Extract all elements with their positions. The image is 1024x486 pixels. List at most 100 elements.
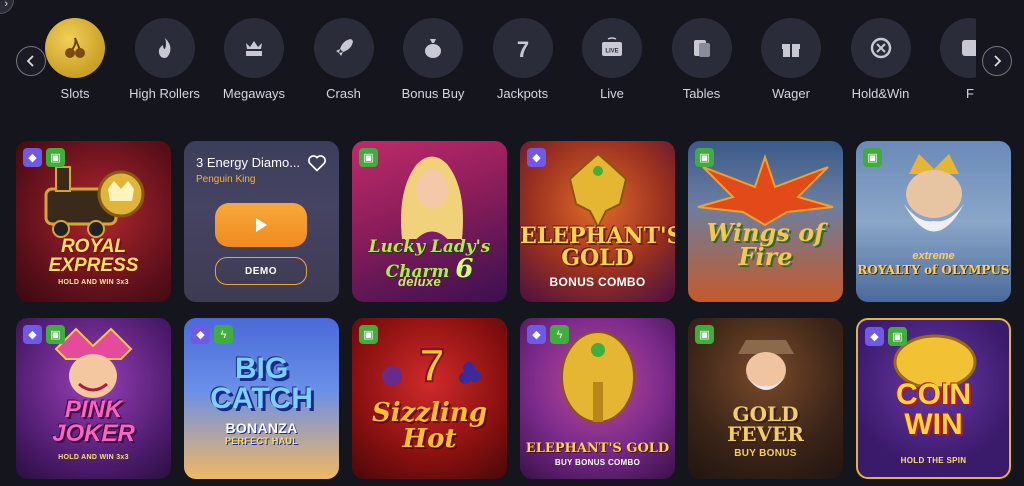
flame-icon (134, 18, 195, 78)
partial-icon (940, 18, 976, 78)
game-title: BIG CATCH (210, 352, 313, 415)
category-label: Live (600, 86, 624, 101)
category-megaways[interactable]: Megaways (209, 18, 299, 101)
game-subtitle: BUY BONUS (734, 448, 797, 459)
elephant-head-icon (568, 152, 628, 229)
svg-text:7: 7 (516, 37, 528, 61)
game-subtitle-2: PERFECT HAUL (224, 436, 299, 446)
play-button[interactable] (215, 203, 307, 247)
category-label: Jackpots (496, 86, 549, 101)
hover-game-provider[interactable]: Penguin King (196, 174, 256, 185)
diamond-badge-icon: ◆ (23, 148, 42, 167)
category-f[interactable]: F (925, 18, 976, 101)
category-wager[interactable]: Wager (746, 18, 836, 101)
svg-text:LIVE: LIVE (605, 49, 618, 55)
gift-badge-icon: ▣ (863, 148, 882, 167)
bolt-badge-icon: ϟ (550, 325, 569, 344)
game-subtitle: BUY BONUS COMBO (554, 458, 641, 467)
category-label: High Rollers (129, 86, 200, 101)
game-tile-sizzling-hot[interactable]: ▣ 7 Sizzling Hot (352, 318, 507, 479)
category-label: Wager (772, 86, 810, 101)
phoenix-icon (697, 153, 834, 227)
zeus-icon (904, 154, 964, 232)
game-title: ROYAL EXPRESS (48, 236, 139, 276)
category-label: F (966, 86, 974, 101)
category-track: Slots High Rollers Megaways Crash Bonus Buy 7… (44, 18, 976, 113)
category-hold-win[interactable]: Hold&Win (836, 18, 926, 101)
category-label: Crash (326, 86, 361, 101)
category-label: Hold&Win (851, 86, 910, 101)
category-jackpots[interactable]: 7 Jackpots (478, 18, 568, 101)
category-label: Megaways (222, 86, 286, 101)
game-title: ELEPHANT'S GOLD (520, 223, 675, 271)
game-title: Wings of Fire (706, 218, 825, 271)
svg-text:7: 7 (419, 339, 445, 391)
category-live[interactable]: LIVE Live (567, 18, 657, 101)
game-tile-coin-win[interactable]: ◆ ▣ COIN WIN HOLD THE SPIN (856, 318, 1011, 479)
diamond-badge-icon: ◆ (527, 325, 546, 344)
game-tile-royalty-olympus[interactable]: ▣ extreme ROYALTY of OLYMPUS (856, 141, 1011, 302)
gift-box-icon (761, 18, 821, 78)
game-title: Sizzling Hot (371, 398, 488, 454)
category-high-rollers[interactable]: High Rollers (120, 18, 210, 101)
game-title: ELEPHANT'S GOLD (525, 441, 670, 456)
gift-badge-icon: ▣ (695, 325, 714, 344)
cherries-icon (45, 18, 105, 78)
diamond-badge-icon: ◆ (865, 327, 884, 346)
demo-button[interactable]: DEMO (215, 257, 307, 285)
scroll-left-button[interactable] (16, 46, 46, 76)
diamond-badge-icon: ◆ (23, 325, 42, 344)
corner-menu-button[interactable]: › (0, 0, 14, 14)
category-tables[interactable]: Tables (657, 18, 747, 101)
bolt-badge-icon: ϟ (214, 325, 233, 344)
game-tile-hover[interactable]: 3 Energy Diamo... Penguin King DEMO (184, 141, 339, 302)
scroll-right-button[interactable] (982, 46, 1012, 76)
gift-badge-icon: ▣ (695, 148, 714, 167)
game-tile-royal-express[interactable]: ◆ ▣ ROYAL EXPRESS HOLD AND WIN 3x3 (16, 141, 171, 302)
rocket-icon (313, 18, 374, 78)
game-tile-elephants-gold[interactable]: ◆ ELEPHANT'S GOLD BONUS COMBO (520, 141, 675, 302)
chevron-right-icon (994, 55, 1002, 67)
game-subtitle: HOLD AND WIN 3x3 (58, 279, 129, 286)
seven-icon: 7 (492, 18, 553, 78)
gift-badge-icon: ▣ (46, 325, 65, 344)
category-label: Slots (60, 86, 90, 101)
game-title: GOLD FEVER (727, 402, 804, 446)
game-title: PINK JOKER (52, 396, 135, 447)
category-slots[interactable]: Slots (44, 18, 120, 101)
gift-badge-icon: ▣ (888, 327, 907, 346)
money-bag-icon (403, 18, 463, 78)
gift-badge-icon: ▣ (359, 325, 378, 344)
category-bonus-buy[interactable]: Bonus Buy (388, 18, 478, 101)
favorite-heart-icon[interactable] (307, 153, 327, 173)
play-icon (256, 218, 267, 232)
game-tile-lucky-lady[interactable]: ▣ Lucky Lady's Charm 6 deluxe (352, 141, 507, 302)
game-tile-pink-joker[interactable]: ◆ ▣ PINK JOKER HOLD AND WIN 3x3 (16, 318, 171, 479)
lady-portrait-icon (401, 156, 463, 244)
diamond-badge-icon: ◆ (191, 325, 210, 344)
category-label: Tables (682, 86, 721, 101)
live-tv-icon: LIVE (582, 18, 642, 78)
chevron-icon: › (4, 0, 8, 10)
game-tile-gold-fever[interactable]: ▣ GOLD FEVER BUY BONUS (688, 318, 843, 479)
category-bar: Slots High Rollers Megaways Crash Bonus Buy 7… (0, 18, 1024, 113)
hover-game-title: 3 Energy Diamo... (196, 155, 301, 170)
category-label: Bonus Buy (401, 86, 465, 101)
game-title: COIN WIN (896, 378, 971, 441)
cards-icon (671, 18, 732, 78)
category-crash[interactable]: Crash (299, 18, 389, 101)
gift-badge-icon: ▣ (46, 148, 65, 167)
game-tile-big-catch[interactable]: ◆ ϟ BIG CATCH BONANZA PERFECT HAUL (184, 318, 339, 479)
game-tile-elephants-gold-buy[interactable]: ◆ ϟ ELEPHANT'S GOLD BUY BONUS COMBO (520, 318, 675, 479)
hold-win-icon (850, 18, 911, 78)
crown-sign-icon (224, 18, 284, 78)
game-subtitle: deluxe (398, 274, 441, 289)
game-subtitle: BONUS COMBO (549, 275, 646, 289)
fruits-seven-icon: 7 (382, 338, 481, 392)
game-tile-wings-of-fire[interactable]: ▣ Wings of Fire (688, 141, 843, 302)
game-subtitle: HOLD THE SPIN (900, 456, 967, 465)
diamond-badge-icon: ◆ (527, 148, 546, 167)
game-subtitle-1: BONANZA (225, 420, 298, 436)
game-subtitle: HOLD AND WIN 3x3 (58, 454, 129, 461)
train-icon (44, 166, 145, 238)
